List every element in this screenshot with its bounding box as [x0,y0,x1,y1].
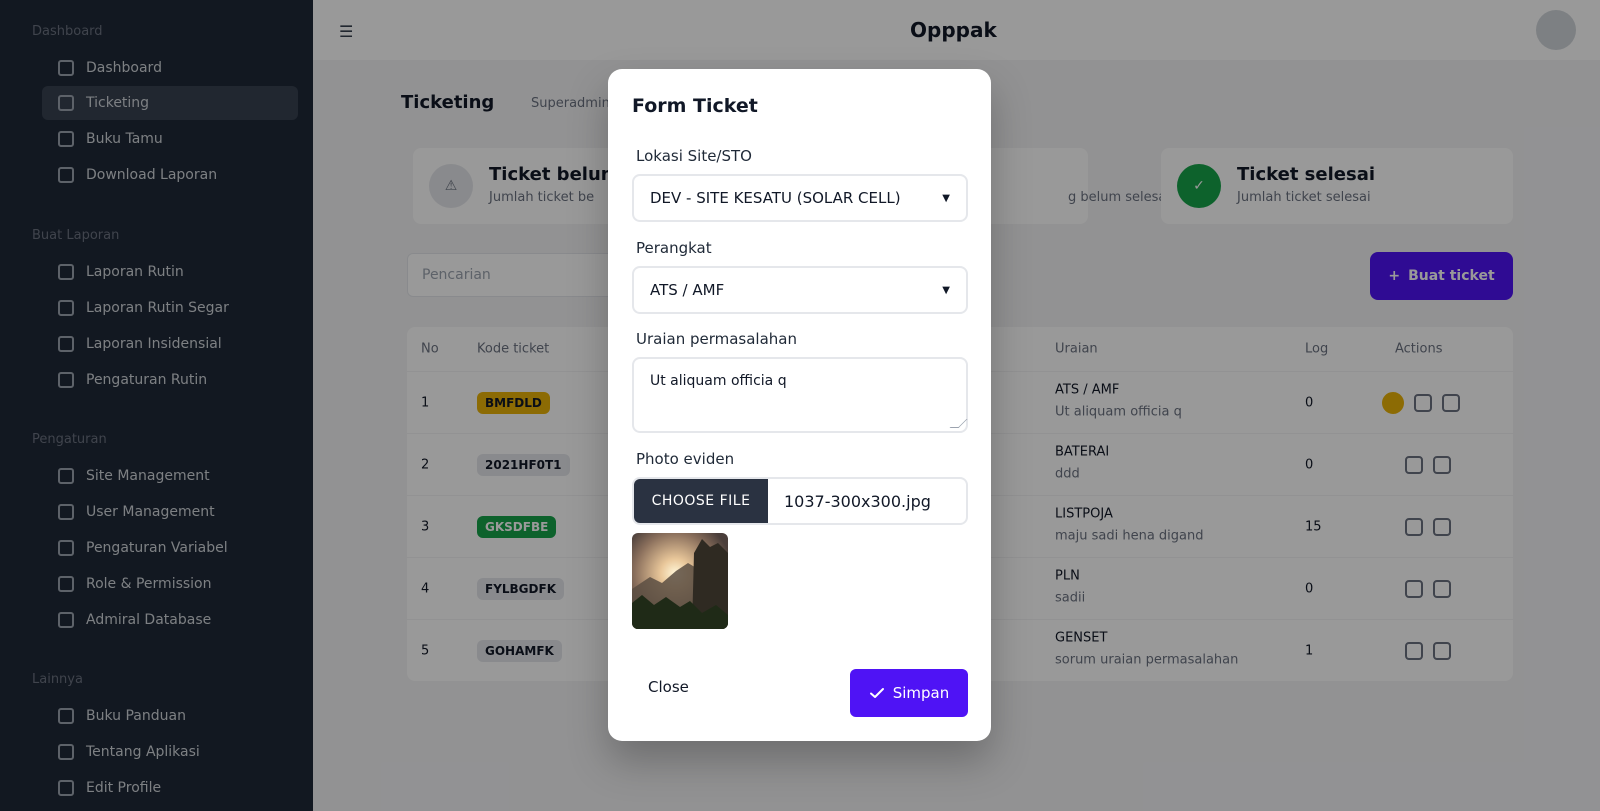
caret-down-icon: ▼ [942,192,950,204]
form-ticket-modal: Form Ticket Lokasi Site/STO DEV - SITE K… [608,69,991,741]
choose-file-button[interactable]: CHOOSE FILE [634,479,768,523]
photo-file-input[interactable]: CHOOSE FILE 1037-300x300.jpg [632,477,968,525]
caret-down-icon: ▼ [942,284,950,296]
uraian-label: Uraian permasalahan [636,330,798,348]
modal-title: Form Ticket [632,95,758,117]
perangkat-value: ATS / AMF [650,281,725,299]
lokasi-label: Lokasi Site/STO [636,147,752,165]
file-name: 1037-300x300.jpg [784,491,931,511]
simpan-label: Simpan [892,684,950,702]
perangkat-select[interactable]: ATS / AMF ▼ [632,266,968,314]
lokasi-value: DEV - SITE KESATU (SOLAR CELL) [650,189,901,207]
simpan-button[interactable]: Simpan [850,669,968,717]
photo-label: Photo eviden [636,450,735,468]
uraian-textarea[interactable]: Ut aliquam officia q [632,357,968,433]
photo-preview-image [632,533,728,629]
landscape-photo-icon [632,533,728,629]
uraian-value: Ut aliquam officia q [650,373,787,389]
check-icon [869,688,884,698]
close-button[interactable]: Close [648,678,689,696]
perangkat-label: Perangkat [636,239,712,257]
resize-handle-icon[interactable] [949,419,968,428]
lokasi-select[interactable]: DEV - SITE KESATU (SOLAR CELL) ▼ [632,174,968,222]
